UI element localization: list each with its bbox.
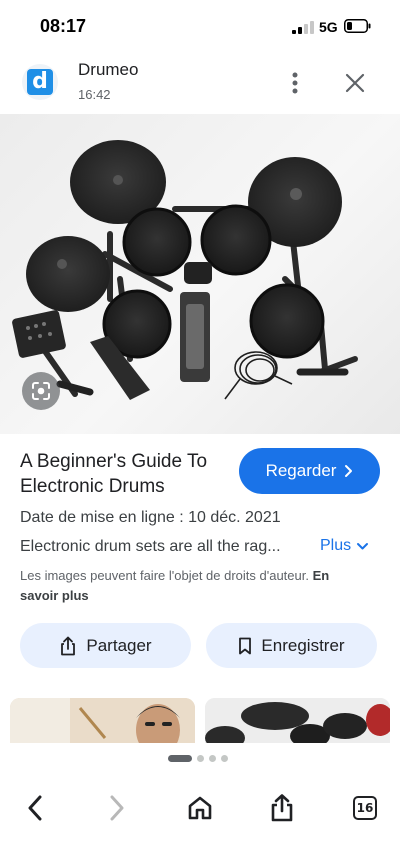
watch-button[interactable]: Regarder — [239, 448, 380, 494]
status-bar: 08:17 5G — [0, 0, 400, 54]
share-page-button[interactable] — [262, 788, 302, 828]
pager — [168, 755, 228, 762]
forward-button[interactable] — [97, 788, 137, 828]
more-vert-icon — [292, 72, 298, 94]
save-label: Enregistrer — [261, 635, 345, 655]
copyright-notice: Les images peuvent faire l'objet de droi… — [20, 566, 360, 606]
share-icon — [271, 794, 293, 822]
more-button[interactable]: Plus — [320, 537, 369, 555]
close-icon — [345, 73, 365, 93]
home-button[interactable] — [180, 788, 220, 828]
related-thumbnail[interactable] — [205, 698, 390, 743]
tabs-icon: 16 — [353, 796, 377, 820]
share-icon — [61, 636, 76, 655]
drum-kit-photo — [12, 140, 358, 400]
drum-kit-photo — [205, 698, 390, 743]
publish-date: Date de mise en ligne : 10 déc. 2021 — [20, 509, 281, 526]
site-time: 16:42 — [78, 87, 111, 102]
chevron-down-icon — [357, 542, 369, 549]
pager-dot — [197, 755, 204, 762]
lens-button[interactable] — [22, 372, 60, 410]
pager-dot — [209, 755, 216, 762]
lens-icon — [32, 382, 50, 400]
person-drumming-photo — [10, 698, 195, 743]
pager-dot — [221, 755, 228, 762]
forward-icon — [110, 795, 124, 821]
network-label: 5G — [319, 19, 338, 35]
share-button[interactable]: Partager — [20, 623, 191, 668]
result-title[interactable]: A Beginner's Guide To Electronic Drums — [20, 449, 230, 499]
pager-dot-active — [168, 755, 192, 762]
related-thumbnail[interactable] — [10, 698, 195, 743]
more-label: Plus — [320, 537, 352, 554]
battery-icon — [344, 19, 371, 33]
site-name[interactable]: Drumeo — [78, 60, 138, 80]
share-label: Partager — [86, 635, 152, 655]
result-image[interactable] — [0, 114, 400, 434]
tabs-button[interactable]: 16 — [345, 788, 385, 828]
home-icon — [188, 796, 212, 820]
back-icon — [28, 795, 42, 821]
drumeo-logo-icon: d — [27, 69, 53, 95]
signal-icon — [292, 21, 314, 34]
site-logo[interactable]: d — [22, 64, 58, 100]
status-time: 08:17 — [40, 16, 87, 36]
chevron-right-icon — [345, 465, 353, 477]
bottom-navigation: 16 — [0, 772, 400, 866]
more-options-button[interactable] — [282, 68, 308, 98]
back-button[interactable] — [15, 788, 55, 828]
save-button[interactable]: Enregistrer — [206, 623, 377, 668]
description: Electronic drum sets are all the rag... — [20, 538, 281, 555]
close-button[interactable] — [340, 68, 370, 98]
copyright-text: Les images peuvent faire l'objet de droi… — [20, 568, 309, 583]
watch-label: Regarder — [265, 461, 337, 480]
source-header: d Drumeo 16:42 — [0, 56, 400, 112]
bookmark-icon — [239, 637, 252, 654]
